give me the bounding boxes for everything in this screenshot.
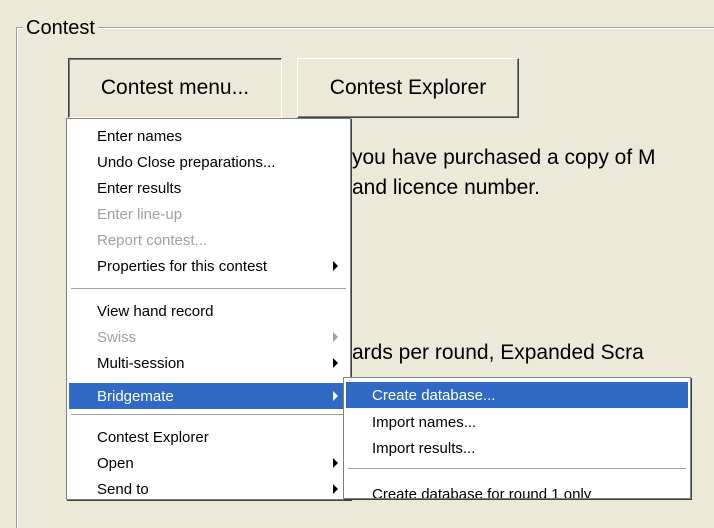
menu-item-open[interactable]: Open — [69, 450, 348, 476]
menu-item-swiss-label: Swiss — [97, 328, 137, 346]
info-text-line3: ards per round, Expanded Scra — [352, 341, 644, 364]
submenu-arrow-icon — [333, 458, 338, 468]
menu-item-multi-session-label: Multi-session — [97, 354, 185, 372]
menu-item-multi-session[interactable]: Multi-session — [69, 350, 348, 376]
menu-item-bridgemate[interactable]: Bridgemate — [69, 383, 348, 409]
menu-item-bridgemate-label: Bridgemate — [97, 387, 174, 405]
menu-item-view-hand-record[interactable]: View hand record — [69, 298, 348, 324]
menu-item-report-contest[interactable]: Report contest... — [69, 227, 348, 253]
menu-separator — [71, 288, 346, 289]
menu-item-undo-close-preparations[interactable]: Undo Close preparations... — [69, 149, 348, 175]
info-text-line2: and licence number. — [352, 176, 540, 199]
contest-explorer-button[interactable]: Contest Explorer — [297, 58, 519, 118]
menu-item-enter-names[interactable]: Enter names — [69, 123, 348, 149]
submenu-arrow-icon — [333, 261, 338, 271]
contest-menu-popup: Enter names Undo Close preparations... E… — [66, 118, 351, 500]
submenu-arrow-icon — [333, 484, 338, 494]
menu-item-swiss[interactable]: Swiss — [69, 324, 348, 350]
menu-item-contest-explorer[interactable]: Contest Explorer — [69, 424, 348, 450]
menu-item-properties-label: Properties for this contest — [97, 257, 268, 275]
submenu-arrow-icon — [333, 391, 338, 401]
menu-item-send-to[interactable]: Send to — [69, 476, 348, 499]
submenu-item-create-database-round1[interactable]: Create database for round 1 only — [346, 481, 688, 499]
menu-separator — [348, 468, 686, 469]
contest-menu-button[interactable]: Contest menu... — [68, 58, 282, 118]
info-text-line1: you have purchased a copy of M — [352, 146, 656, 169]
menu-item-properties[interactable]: Properties for this contest — [69, 253, 348, 279]
menu-item-enter-line-up[interactable]: Enter line-up — [69, 201, 348, 227]
submenu-item-import-names[interactable]: Import names... — [346, 409, 688, 435]
menu-item-open-label: Open — [97, 454, 134, 472]
submenu-item-import-results[interactable]: Import results... — [346, 435, 688, 461]
menu-item-send-to-label: Send to — [97, 480, 149, 498]
submenu-item-create-database[interactable]: Create database... — [346, 382, 688, 408]
menu-item-enter-results[interactable]: Enter results — [69, 175, 348, 201]
submenu-arrow-icon — [333, 332, 338, 342]
menu-separator — [71, 414, 346, 415]
bridgemate-submenu: Create database... Import names... Impor… — [343, 377, 691, 499]
submenu-arrow-icon — [333, 358, 338, 368]
contest-group-title: Contest — [23, 17, 98, 40]
